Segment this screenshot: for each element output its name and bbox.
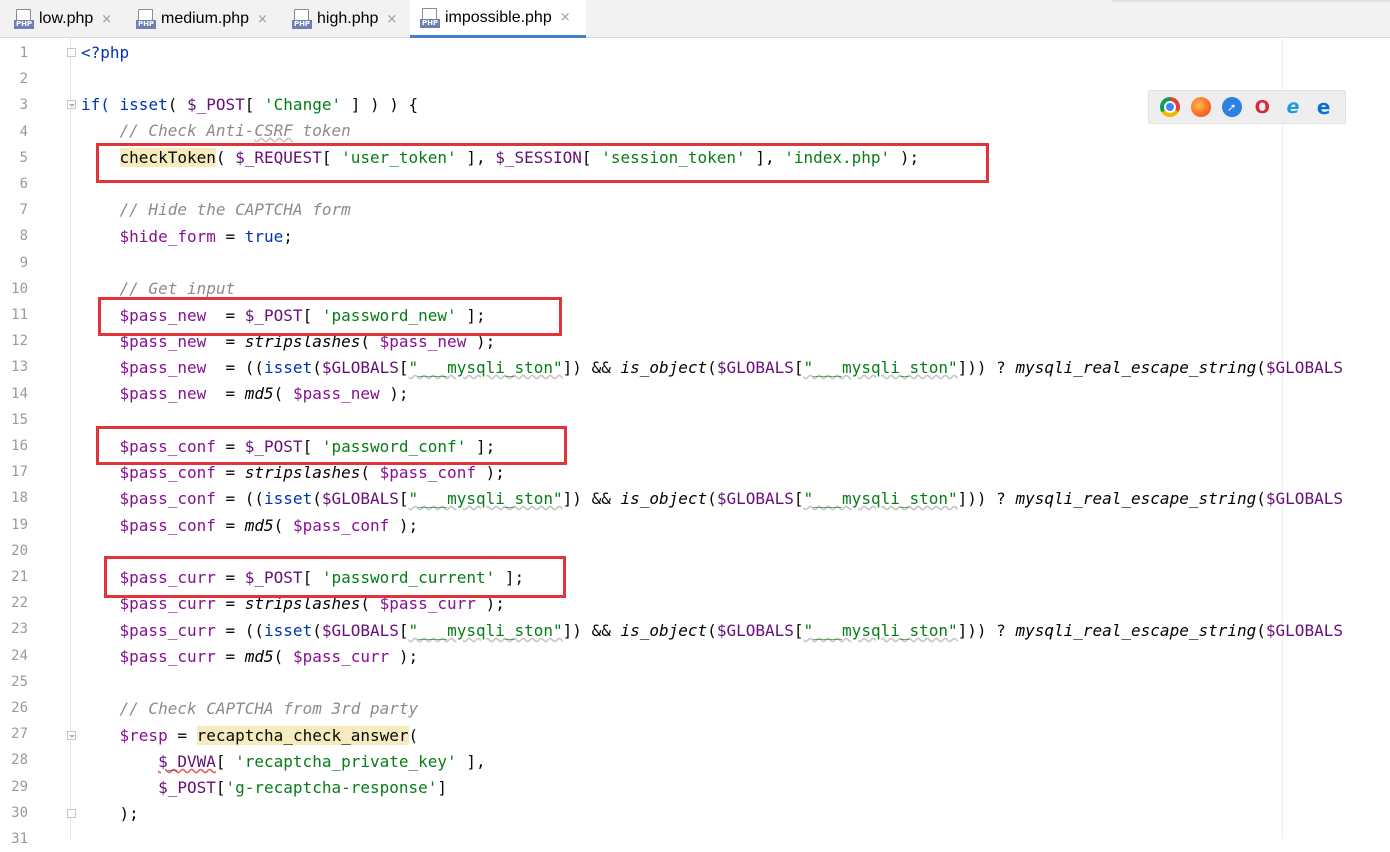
tab-label: low.php	[39, 10, 94, 27]
line-number: 21	[11, 569, 28, 585]
line-number: 8	[19, 228, 28, 245]
line-number: 31	[11, 831, 28, 847]
line-number: 4	[19, 123, 28, 140]
line-number: 11	[11, 307, 28, 323]
code-line-29: $_POST['g-recaptcha-response']	[158, 778, 448, 797]
line-number: 15	[11, 411, 28, 428]
line-number: 17	[11, 464, 28, 481]
line-number: 13	[11, 359, 28, 376]
line-number: 3	[19, 97, 28, 114]
tab-label: impossible.php	[445, 8, 552, 26]
gutter-divider	[70, 38, 71, 839]
line-number: 22	[11, 595, 28, 612]
code-line-27: $resp = recaptcha_check_answer(	[119, 726, 419, 745]
php-file-icon: PHP	[14, 9, 34, 29]
tab-impossible-php[interactable]: PHP impossible.php ×	[410, 0, 586, 38]
code-line-8: $hide_form = true;	[119, 227, 293, 246]
line-number: 24	[11, 647, 28, 664]
safari-icon[interactable]: ➚	[1221, 97, 1242, 117]
line-number: 30	[11, 804, 28, 821]
tab-low-php[interactable]: PHP low.php ×	[14, 0, 134, 38]
highlight-box-pass-curr	[104, 556, 566, 598]
line-number: 28	[11, 752, 28, 769]
php-file-icon: PHP	[420, 7, 440, 28]
line-number: 9	[19, 254, 28, 271]
code-line-28: $_DVWA[ 'recaptcha_private_key' ],	[158, 752, 486, 771]
line-number: 14	[11, 385, 28, 402]
highlight-box-pass-conf	[96, 426, 567, 465]
editor-tab-bar: PHP low.php × PHP medium.php × PHP high.…	[0, 0, 1390, 38]
line-number: 20	[11, 542, 28, 559]
line-number: 1	[19, 45, 28, 61]
php-file-icon: PHP	[292, 9, 312, 29]
close-icon[interactable]: ×	[386, 12, 397, 27]
fold-marker-icon[interactable]	[67, 809, 76, 818]
line-number: 29	[11, 778, 28, 795]
code-line-4: // Check Anti-CSRF token	[119, 121, 351, 140]
line-number: 12	[11, 333, 28, 350]
line-number: 2	[19, 71, 28, 88]
line-number: 6	[19, 176, 28, 192]
tab-label: high.php	[317, 10, 379, 27]
line-number: 19	[11, 516, 28, 533]
chrome-icon[interactable]	[1160, 97, 1181, 117]
line-number: 25	[11, 673, 28, 690]
highlight-box-pass-new	[98, 297, 562, 336]
line-number: 5	[19, 149, 28, 166]
fold-marker-icon[interactable]	[67, 100, 76, 109]
code-line-23: $pass_curr = ((isset($GLOBALS["___mysqli…	[119, 621, 1343, 640]
firefox-icon[interactable]	[1190, 97, 1211, 117]
edge-icon[interactable]: e	[1314, 95, 1334, 119]
code-line-19: $pass_conf = md5( $pass_conf );	[119, 516, 419, 535]
php-file-icon: PHP	[136, 9, 156, 29]
line-number: 16	[11, 438, 28, 454]
close-icon[interactable]: ×	[257, 12, 268, 27]
line-number: 18	[11, 490, 28, 507]
close-icon[interactable]: ×	[560, 10, 571, 25]
opera-icon[interactable]: O	[1252, 97, 1272, 118]
fold-marker-icon[interactable]	[67, 48, 76, 57]
code-line-18: $pass_conf = ((isset($GLOBALS["___mysqli…	[119, 489, 1343, 508]
close-icon[interactable]: ×	[101, 12, 112, 27]
code-line-26: // Check CAPTCHA from 3rd party	[119, 699, 419, 718]
right-margin-guide	[1282, 38, 1283, 839]
tab-label: medium.php	[161, 10, 250, 27]
code-line-3: if( isset( $_POST[ 'Change' ] ) ) {	[81, 95, 419, 114]
code-line-30: );	[119, 804, 139, 823]
line-number: 7	[19, 202, 28, 219]
code-line-24: $pass_curr = md5( $pass_curr );	[119, 647, 419, 666]
line-number: 23	[11, 621, 28, 638]
line-number: 26	[11, 700, 28, 716]
code-line-1: <?php	[81, 43, 130, 62]
line-number: 10	[11, 280, 28, 297]
tab-high-php[interactable]: PHP high.php ×	[292, 0, 412, 38]
tab-medium-php[interactable]: PHP medium.php ×	[136, 0, 282, 38]
code-line-14: $pass_new = md5( $pass_new );	[119, 384, 409, 403]
browser-preview-bar: ➚ O e e	[1148, 90, 1346, 124]
window-edge	[1112, 0, 1390, 2]
code-line-13: $pass_new = ((isset($GLOBALS["___mysqli_…	[119, 358, 1343, 377]
ie-icon[interactable]: e	[1283, 96, 1303, 118]
line-number: 27	[11, 726, 28, 743]
code-line-7: // Hide the CAPTCHA form	[119, 200, 351, 219]
highlight-box-checktoken	[96, 143, 989, 183]
fold-marker-icon[interactable]	[67, 731, 76, 740]
